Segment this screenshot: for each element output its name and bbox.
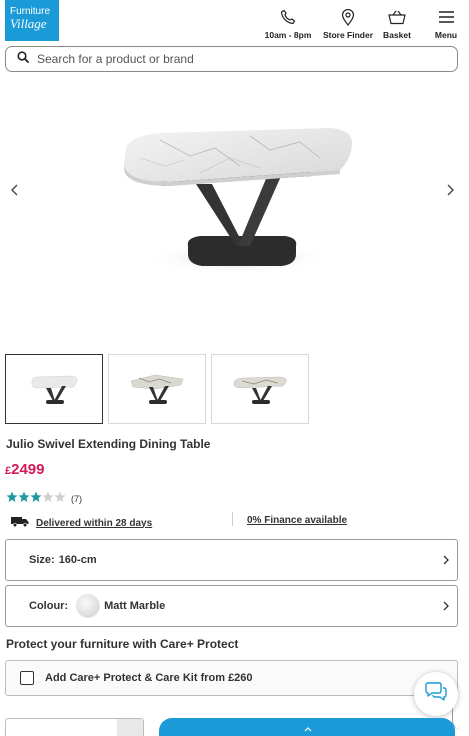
chat-button[interactable] <box>414 672 458 716</box>
phone-hours-label: 10am - 8pm <box>264 30 312 40</box>
chevron-up-icon <box>304 725 312 734</box>
delivery-truck-icon <box>11 514 29 532</box>
phone-icon <box>280 7 296 27</box>
thumbnail-2[interactable] <box>108 354 206 424</box>
chat-bubbles-icon <box>424 681 448 707</box>
furniture-village-logo[interactable]: Furniture Village <box>5 0 59 41</box>
menu-label: Menu <box>434 30 458 40</box>
care-protect-checkbox[interactable] <box>20 671 34 685</box>
colour-selector[interactable]: Colour: Matt Marble <box>5 585 458 627</box>
chevron-right-icon <box>443 601 449 614</box>
product-title: Julio Swivel Extending Dining Table <box>6 437 211 451</box>
price-value: 2499 <box>11 461 45 478</box>
search-input[interactable] <box>37 52 417 66</box>
search-icon <box>17 50 29 68</box>
delivery-info: Delivered within 28 days <box>11 514 152 532</box>
size-label: Size: <box>29 554 55 566</box>
care-protect-label: Add Care+ Protect & Care Kit from £260 <box>45 672 253 684</box>
site-header: Furniture Village 10am - 8pm Store Finde… <box>0 0 469 44</box>
add-to-basket-button[interactable] <box>159 718 455 736</box>
divider <box>232 512 233 526</box>
basket-label: Basket <box>383 30 411 40</box>
product-main-image[interactable] <box>0 78 469 348</box>
care-protect-heading: Protect your furniture with Care+ Protec… <box>6 637 239 651</box>
thumbnail-3[interactable] <box>211 354 309 424</box>
colour-label: Colour: <box>29 600 69 612</box>
menu-button[interactable]: Menu <box>433 7 459 40</box>
quantity-increase[interactable] <box>117 719 143 736</box>
quantity-decrease[interactable] <box>6 719 28 736</box>
basket-icon <box>388 7 406 27</box>
previous-image-arrow[interactable] <box>6 180 22 200</box>
quantity-stepper[interactable] <box>5 718 144 736</box>
star-rating-icon <box>6 490 68 508</box>
colour-value: Matt Marble <box>104 600 166 612</box>
care-protect-option[interactable]: Add Care+ Protect & Care Kit from £260 <box>5 660 458 696</box>
size-value: 160-cm <box>58 554 97 566</box>
size-selector[interactable]: Size: 160-cm <box>5 539 458 581</box>
review-count: (7) <box>71 494 82 504</box>
store-finder-label: Store Finder <box>322 30 374 40</box>
store-finder-link[interactable]: Store Finder <box>322 7 374 40</box>
phone-link[interactable]: 10am - 8pm <box>264 7 312 40</box>
next-image-arrow[interactable] <box>443 180 459 200</box>
finance-link[interactable]: 0% Finance available <box>247 515 347 526</box>
thumbnail-1[interactable] <box>5 354 103 424</box>
delivery-link[interactable]: Delivered within 28 days <box>36 518 152 529</box>
search-bar[interactable] <box>5 46 458 72</box>
product-price: £2499 <box>5 461 45 478</box>
delivery-finance-bar: Delivered within 28 days 0% Finance avai… <box>5 510 458 530</box>
product-rating[interactable]: (7) <box>6 490 82 508</box>
colour-swatch <box>76 594 101 618</box>
location-pin-icon <box>341 7 355 27</box>
thumbnail-strip <box>5 354 309 424</box>
hamburger-menu-icon <box>438 7 455 27</box>
basket-link[interactable]: Basket <box>383 7 411 40</box>
logo-line2: Village <box>10 16 47 31</box>
chevron-right-icon <box>443 555 449 568</box>
